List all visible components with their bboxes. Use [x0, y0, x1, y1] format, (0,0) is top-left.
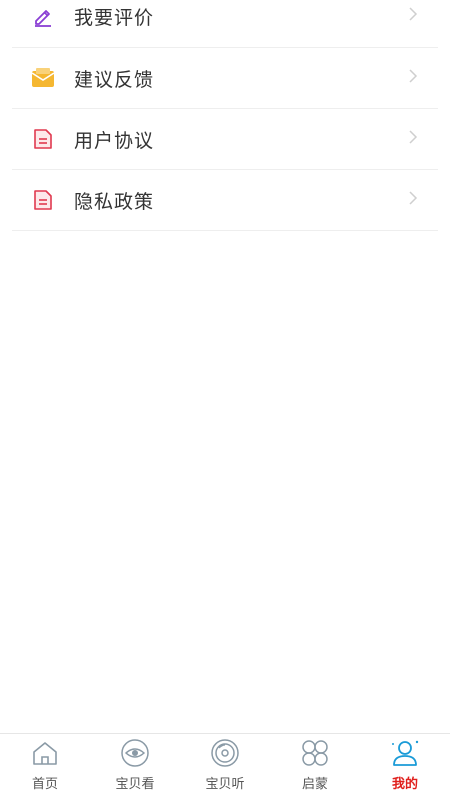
tab-label: 我的 — [391, 777, 418, 792]
tab-baby-listen[interactable]: 宝贝听 — [180, 734, 270, 800]
menu-item-label: 我要评价 — [74, 6, 155, 29]
settings-menu: 我要评价 建议反馈 用户协议 隐私政策 — [12, 0, 438, 231]
menu-item-label: 用户协议 — [74, 129, 155, 152]
document-icon — [31, 127, 55, 151]
tab-enlightenment[interactable]: 启蒙 — [270, 734, 360, 800]
disc-icon — [210, 738, 240, 768]
chevron-right-icon — [408, 129, 418, 149]
menu-item-review[interactable]: 我要评价 — [12, 0, 438, 48]
tab-label: 宝贝听 — [205, 777, 245, 792]
chevron-right-icon — [408, 68, 418, 88]
user-icon — [390, 738, 420, 768]
menu-item-label: 隐私政策 — [74, 190, 155, 213]
menu-item-label: 建议反馈 — [74, 68, 155, 91]
tab-baby-watch[interactable]: 宝贝看 — [90, 734, 180, 800]
grid-icon — [300, 738, 330, 768]
chevron-right-icon — [408, 6, 418, 26]
tab-mine[interactable]: 我的 — [360, 734, 450, 800]
pencil-icon — [31, 4, 55, 28]
tab-label: 宝贝看 — [115, 777, 155, 792]
tab-label: 启蒙 — [301, 777, 328, 792]
menu-item-privacy-policy[interactable]: 隐私政策 — [12, 170, 438, 231]
bottom-tab-bar: 首页 宝贝看 宝贝听 启蒙 我的 — [0, 733, 450, 800]
menu-item-user-agreement[interactable]: 用户协议 — [12, 109, 438, 170]
chevron-right-icon — [408, 190, 418, 210]
eye-icon — [120, 738, 150, 768]
home-icon — [30, 738, 60, 768]
menu-item-feedback[interactable]: 建议反馈 — [12, 48, 438, 109]
envelope-icon — [31, 66, 55, 90]
tab-home[interactable]: 首页 — [0, 734, 90, 800]
document-icon — [31, 188, 55, 212]
tab-label: 首页 — [31, 777, 58, 792]
